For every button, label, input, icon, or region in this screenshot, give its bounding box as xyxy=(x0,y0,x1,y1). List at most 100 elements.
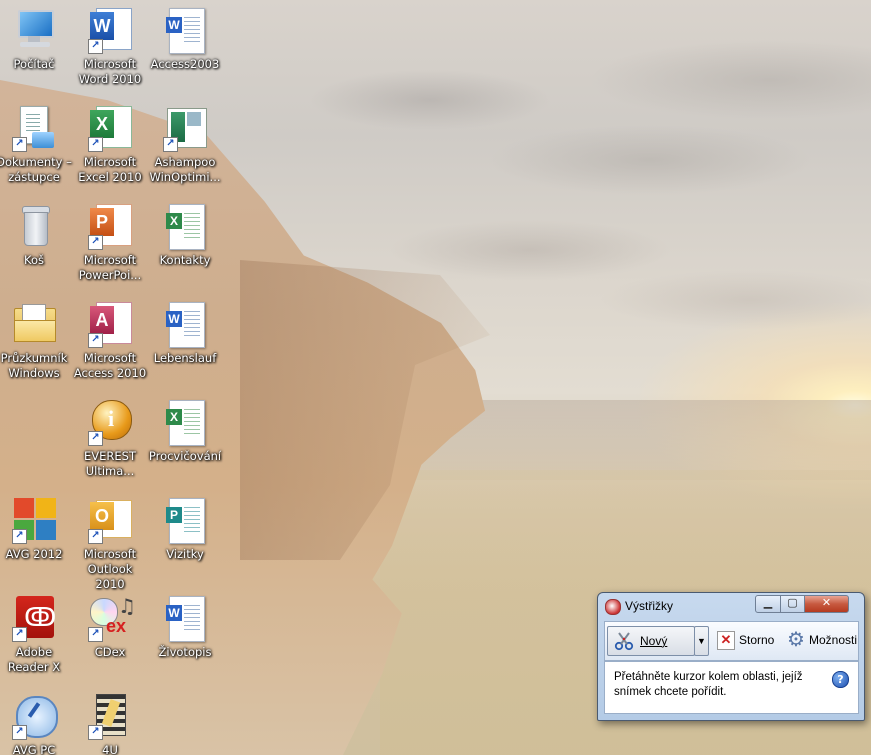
desktop-icon-label: Procvičování xyxy=(148,449,222,463)
new-snip-dropdown[interactable]: ▼ xyxy=(694,626,709,656)
desktop-icon-procvicovani[interactable]: X Procvičování xyxy=(147,394,223,484)
desktop-icon-cdex[interactable]: ♫ ex ↗ CDex xyxy=(72,590,148,680)
shortcut-arrow-icon: ↗ xyxy=(88,431,103,446)
instruction-text: Přetáhněte kurzor kolem oblasti, jejíž s… xyxy=(614,671,803,698)
shortcut-arrow-icon: ↗ xyxy=(12,627,27,642)
desktop-icon-ashampoo[interactable]: ↗ Ashampoo WinOptimi... xyxy=(147,100,223,190)
shortcut-arrow-icon: ↗ xyxy=(88,333,103,348)
desktop-icon-label: Ashampoo WinOptimi... xyxy=(149,155,221,184)
desktop-icon-vizitky[interactable]: P Vizitky xyxy=(147,492,223,582)
desktop-icon-avg[interactable]: ↗ AVG 2012 xyxy=(0,492,72,582)
desktop-icon-label: Průzkumník Windows xyxy=(0,351,68,380)
title-bar[interactable]: Výstřižky ▁ ▢ ✕ xyxy=(598,593,864,619)
window-title: Výstřižky xyxy=(625,599,673,613)
shortcut-arrow-icon: ↗ xyxy=(88,137,103,152)
desktop-icon-label: Dokumenty – zástupce xyxy=(0,155,72,184)
desktop-icon-label: 4U Download xyxy=(102,743,118,755)
excel-doc-icon: X xyxy=(161,202,209,250)
word-doc-icon: W xyxy=(161,300,209,348)
shortcut-arrow-icon: ↗ xyxy=(88,627,103,642)
desktop-icon-kontakty[interactable]: X Kontakty xyxy=(147,198,223,288)
options-label: Možnosti xyxy=(809,633,858,647)
snipping-tool-window[interactable]: Výstřižky ▁ ▢ ✕ Nový ▼ ✕ Storno ⚙ Možnos… xyxy=(597,592,865,721)
desktop-icon-documents[interactable]: ↗ Dokumenty – zástupce xyxy=(0,100,72,190)
shortcut-arrow-icon: ↗ xyxy=(88,235,103,250)
gear-icon: ⚙ xyxy=(787,629,805,651)
cancel-button[interactable]: ✕ Storno xyxy=(715,626,777,654)
desktop-icon-zivotopis[interactable]: W Životopis xyxy=(147,590,223,680)
desktop-icon-label: Microsoft Outlook 2010 xyxy=(83,547,137,591)
excel-icon: X ↗ xyxy=(86,104,134,152)
outlook-icon: O ↗ xyxy=(86,496,134,544)
desktop-icon-avg-pc[interactable]: ↗ AVG PC xyxy=(0,688,72,755)
shortcut-arrow-icon: ↗ xyxy=(163,137,178,152)
close-button[interactable]: ✕ xyxy=(804,595,849,613)
maximize-button[interactable]: ▢ xyxy=(780,595,805,613)
avg-icon: ↗ xyxy=(10,496,58,544)
new-snip-button[interactable]: Nový xyxy=(607,626,695,656)
desktop-icon-everest[interactable]: i ↗ EVEREST Ultima... xyxy=(72,394,148,484)
desktop-icon-label: AVG PC xyxy=(12,743,56,755)
desktop-icon-computer[interactable]: Počítač xyxy=(0,2,72,92)
desktop-icon-outlook-2010[interactable]: O ↗ Microsoft Outlook 2010 xyxy=(72,492,148,591)
access-icon: A ↗ xyxy=(86,300,134,348)
desktop-icon-lebenslauf[interactable]: W Lebenslauf xyxy=(147,296,223,386)
everest-icon: i ↗ xyxy=(86,398,134,446)
desktop-icon-label: Životopis xyxy=(158,645,212,659)
ashampoo-icon: ↗ xyxy=(161,104,209,152)
shortcut-arrow-icon: ↗ xyxy=(88,725,103,740)
desktop-icon-label: Vizitky xyxy=(166,547,204,561)
documents-icon: ↗ xyxy=(10,104,58,152)
desktop-icon-4u-download[interactable]: ↗ 4U Download xyxy=(72,688,148,755)
cdex-icon: ♫ ex ↗ xyxy=(86,594,136,642)
explorer-icon xyxy=(10,300,58,348)
adobe-reader-icon: ↂ ↗ xyxy=(10,594,58,642)
desktop[interactable]: Počítač ↗ Dokumenty – zástupce Koš Průzk… xyxy=(0,0,871,755)
avg-pc-icon: ↗ xyxy=(10,692,58,740)
4u-download-icon: ↗ xyxy=(86,692,134,740)
maximize-icon: ▢ xyxy=(787,596,798,609)
computer-icon xyxy=(10,6,58,54)
toolbar: Nový ▼ ✕ Storno ⚙ Možnosti xyxy=(604,621,859,661)
minimize-icon: ▁ xyxy=(763,596,773,609)
desktop-icon-label: Microsoft PowerPoi... xyxy=(78,253,142,282)
desktop-icon-access-2010[interactable]: A ↗ Microsoft Access 2010 xyxy=(72,296,148,386)
desktop-icon-label: Počítač xyxy=(13,57,55,71)
cancel-label: Storno xyxy=(739,633,775,647)
scissors-icon xyxy=(614,632,634,651)
recycle-bin-icon xyxy=(10,202,58,250)
shortcut-arrow-icon: ↗ xyxy=(12,529,27,544)
instruction-panel: Přetáhněte kurzor kolem oblasti, jejíž s… xyxy=(604,661,859,714)
desktop-icon-word-2010[interactable]: W ↗ Microsoft Word 2010 xyxy=(72,2,148,92)
desktop-icon-label: AVG 2012 xyxy=(5,547,63,561)
dropdown-arrow-icon: ▼ xyxy=(697,636,706,646)
help-icon[interactable]: ? xyxy=(832,671,849,688)
word-icon: W ↗ xyxy=(86,6,134,54)
new-snip-label: Nový xyxy=(640,634,668,648)
word-doc-icon: W xyxy=(161,6,209,54)
word-doc-icon: W xyxy=(161,594,209,642)
desktop-icon-label: Koš xyxy=(24,253,44,267)
options-button[interactable]: ⚙ Možnosti xyxy=(785,626,857,654)
desktop-icon-label: CDex xyxy=(94,645,126,659)
desktop-icon-powerpoint[interactable]: P ↗ Microsoft PowerPoi... xyxy=(72,198,148,288)
shortcut-arrow-icon: ↗ xyxy=(88,39,103,54)
desktop-icon-access2003[interactable]: W Access2003 xyxy=(147,2,223,92)
minimize-button[interactable]: ▁ xyxy=(755,595,781,613)
publisher-doc-icon: P xyxy=(161,496,209,544)
desktop-icon-label: Microsoft Access 2010 xyxy=(73,351,147,380)
desktop-icon-explorer[interactable]: Průzkumník Windows xyxy=(0,296,72,386)
desktop-icon-label: Microsoft Excel 2010 xyxy=(78,155,142,184)
desktop-icon-excel-2010[interactable]: X ↗ Microsoft Excel 2010 xyxy=(72,100,148,190)
shortcut-arrow-icon: ↗ xyxy=(12,725,27,740)
shortcut-arrow-icon: ↗ xyxy=(12,137,27,152)
desktop-icon-adobe-reader[interactable]: ↂ ↗ Adobe Reader X xyxy=(0,590,72,680)
desktop-icon-label: Adobe Reader X xyxy=(7,645,61,674)
desktop-icon-label: Microsoft Word 2010 xyxy=(78,57,142,86)
desktop-icon-label: Lebenslauf xyxy=(153,351,217,365)
desktop-icon-recycle-bin[interactable]: Koš xyxy=(0,198,72,288)
desktop-icon-label: Access2003 xyxy=(150,57,220,71)
shortcut-arrow-icon: ↗ xyxy=(88,529,103,544)
excel-doc-icon: X xyxy=(161,398,209,446)
desktop-icon-label: EVEREST Ultima... xyxy=(84,449,136,478)
